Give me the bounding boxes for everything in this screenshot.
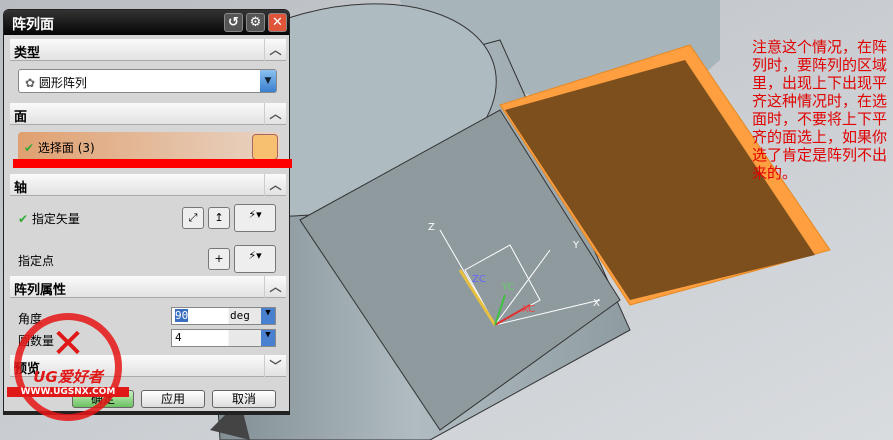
annotation-text: 注意这个情况，在阵列时，要阵列的区域里，出现上下出现平齐这种情况时，在选面时，不… <box>752 38 888 182</box>
collapse-icon[interactable]: ︿ <box>264 39 286 61</box>
section-axis-label: 轴 <box>14 181 28 196</box>
section-type-label: 类型 <box>14 46 41 61</box>
cancel-button[interactable]: 取消 <box>212 390 276 408</box>
specify-vector-label: ✔ 指定矢量 <box>18 210 80 227</box>
red-highlight-bar <box>13 159 292 168</box>
section-face[interactable]: 面 ︿ <box>10 103 286 125</box>
point-dialog-button[interactable]: + <box>208 248 230 270</box>
dialog-titlebar: 阵列面 ↺ ⚙ ✕ <box>4 10 289 35</box>
vector-dialog-button[interactable]: ⤢ <box>182 207 204 229</box>
section-pattern-properties[interactable]: 阵列属性 ︿ <box>10 276 286 298</box>
collapse-icon[interactable]: ︿ <box>264 103 286 125</box>
section-face-label: 面 <box>14 110 28 125</box>
expand-icon[interactable]: ﹀ <box>264 355 286 377</box>
section-axis[interactable]: 轴 ︿ <box>10 174 286 196</box>
check-icon: ✔ <box>24 141 35 155</box>
specify-vector-text: 指定矢量 <box>31 212 80 226</box>
select-face-row[interactable]: ✔ 选择面 (3) <box>18 132 280 162</box>
dialog-title: 阵列面 <box>12 17 54 33</box>
select-face-label: 选择面 (3) <box>37 141 95 155</box>
count-input[interactable]: 4 ▼ <box>171 329 276 347</box>
collapse-icon[interactable]: ︿ <box>264 276 286 298</box>
ugsnx-watermark-logo: ✕ UG爱好者 WWW.UGSNX.COM <box>7 313 129 421</box>
arrow-down-icon[interactable]: ▼ <box>261 308 275 324</box>
type-select[interactable]: ✿ 圆形阵列 ▼ <box>18 69 277 93</box>
watermark-brand: UG爱好者 <box>33 368 103 386</box>
reset-icon[interactable]: ↺ <box>224 13 243 32</box>
chevron-down-icon[interactable]: ▼ <box>260 70 276 92</box>
angle-input[interactable]: 90 deg ▼ <box>171 307 276 325</box>
specify-point-label: 指定点 <box>18 254 55 268</box>
axis-yc-label: YC <box>501 282 515 293</box>
angle-value: 90 <box>175 309 189 322</box>
axis-x-label: X <box>593 298 600 309</box>
gear-icon[interactable]: ⚙ <box>246 13 265 32</box>
section-type[interactable]: 类型 ︿ <box>10 39 286 61</box>
axis-xc-label: XC <box>522 304 535 315</box>
type-selected-value: 圆形阵列 <box>38 76 87 90</box>
point-type-dropdown[interactable]: ⚡▾ <box>234 245 276 273</box>
person-logo-icon: ✕ <box>51 321 85 367</box>
inferred-vector-button[interactable]: ↥ <box>208 207 230 229</box>
collapse-icon[interactable]: ︿ <box>264 174 286 196</box>
vector-type-dropdown[interactable]: ⚡▾ <box>234 204 276 232</box>
check-icon: ✔ <box>18 212 29 226</box>
section-props-label: 阵列属性 <box>14 283 67 298</box>
apply-button[interactable]: 应用 <box>141 390 205 408</box>
axis-zc-label: ZC <box>472 274 486 285</box>
close-icon[interactable]: ✕ <box>268 13 287 32</box>
count-value: 4 <box>175 331 182 344</box>
axis-z-label: Z <box>428 222 435 233</box>
circle-pattern-icon: ✿ <box>25 76 36 90</box>
watermark-url: WWW.UGSNX.COM <box>7 387 129 397</box>
arrow-down-icon[interactable]: ▼ <box>261 330 275 346</box>
axis-y-label: Y <box>572 240 580 251</box>
angle-unit: deg <box>230 309 250 322</box>
cube-icon[interactable] <box>252 134 278 160</box>
